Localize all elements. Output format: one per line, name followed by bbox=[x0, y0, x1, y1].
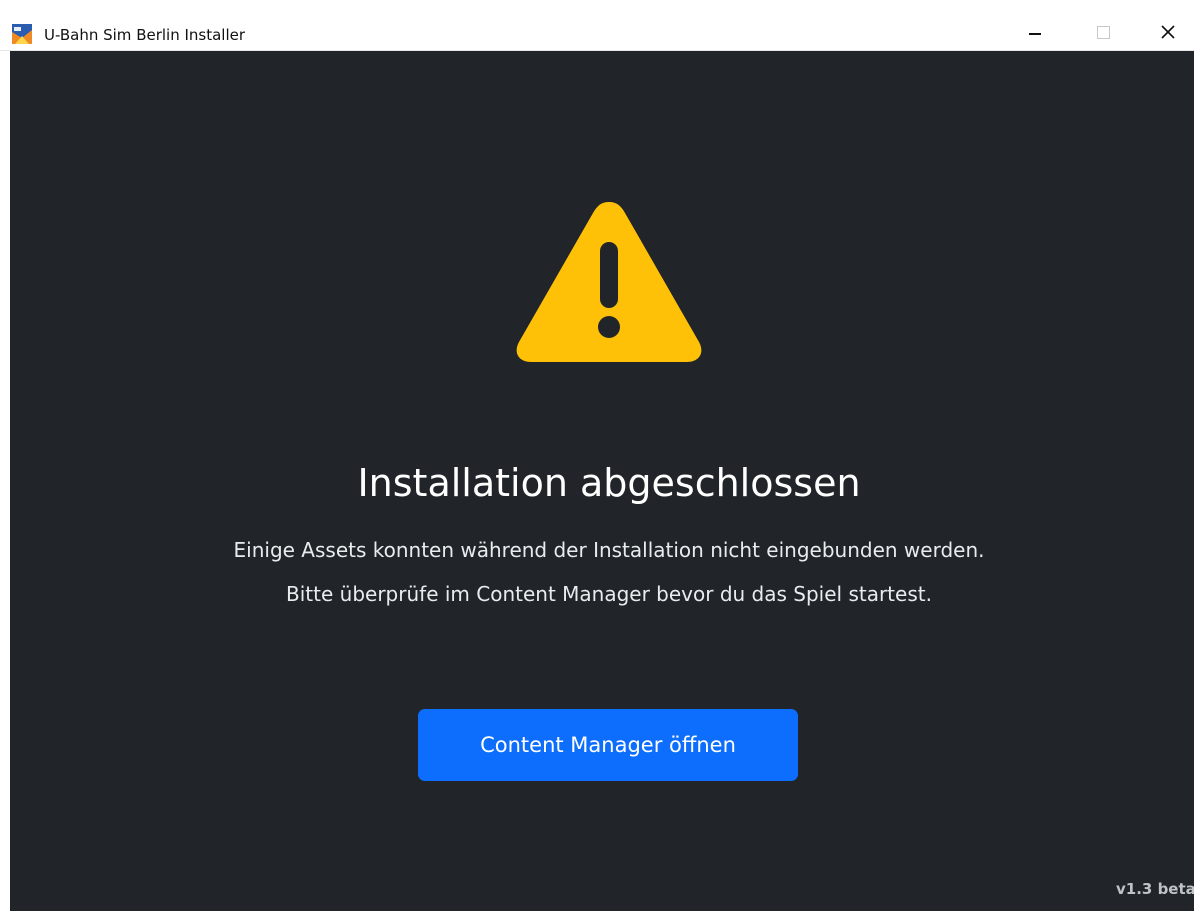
maximize-button[interactable] bbox=[1074, 12, 1132, 52]
installer-content: Installation abgeschlossen Einige Assets… bbox=[10, 51, 1194, 911]
warning-triangle-icon bbox=[516, 202, 702, 362]
close-icon bbox=[1161, 25, 1175, 39]
open-content-manager-button[interactable]: Content Manager öffnen bbox=[418, 709, 798, 781]
minimize-icon bbox=[1029, 33, 1041, 35]
window-title: U-Bahn Sim Berlin Installer bbox=[44, 26, 246, 44]
warning-message-line-1: Einige Assets konnten während der Instal… bbox=[233, 538, 985, 562]
app-icon bbox=[12, 24, 32, 44]
maximize-icon bbox=[1096, 25, 1110, 39]
installer-window: U-Bahn Sim Berlin Installer Installation… bbox=[0, 0, 1194, 911]
version-label: v1.3 beta bbox=[1116, 880, 1194, 898]
minimize-button[interactable] bbox=[1006, 12, 1064, 52]
warning-message-line-2: Bitte überprüfe im Content Manager bevor… bbox=[286, 582, 932, 606]
completion-heading: Installation abgeschlossen bbox=[357, 461, 861, 505]
title-bar[interactable]: U-Bahn Sim Berlin Installer bbox=[0, 0, 1194, 51]
close-button[interactable] bbox=[1142, 12, 1194, 52]
